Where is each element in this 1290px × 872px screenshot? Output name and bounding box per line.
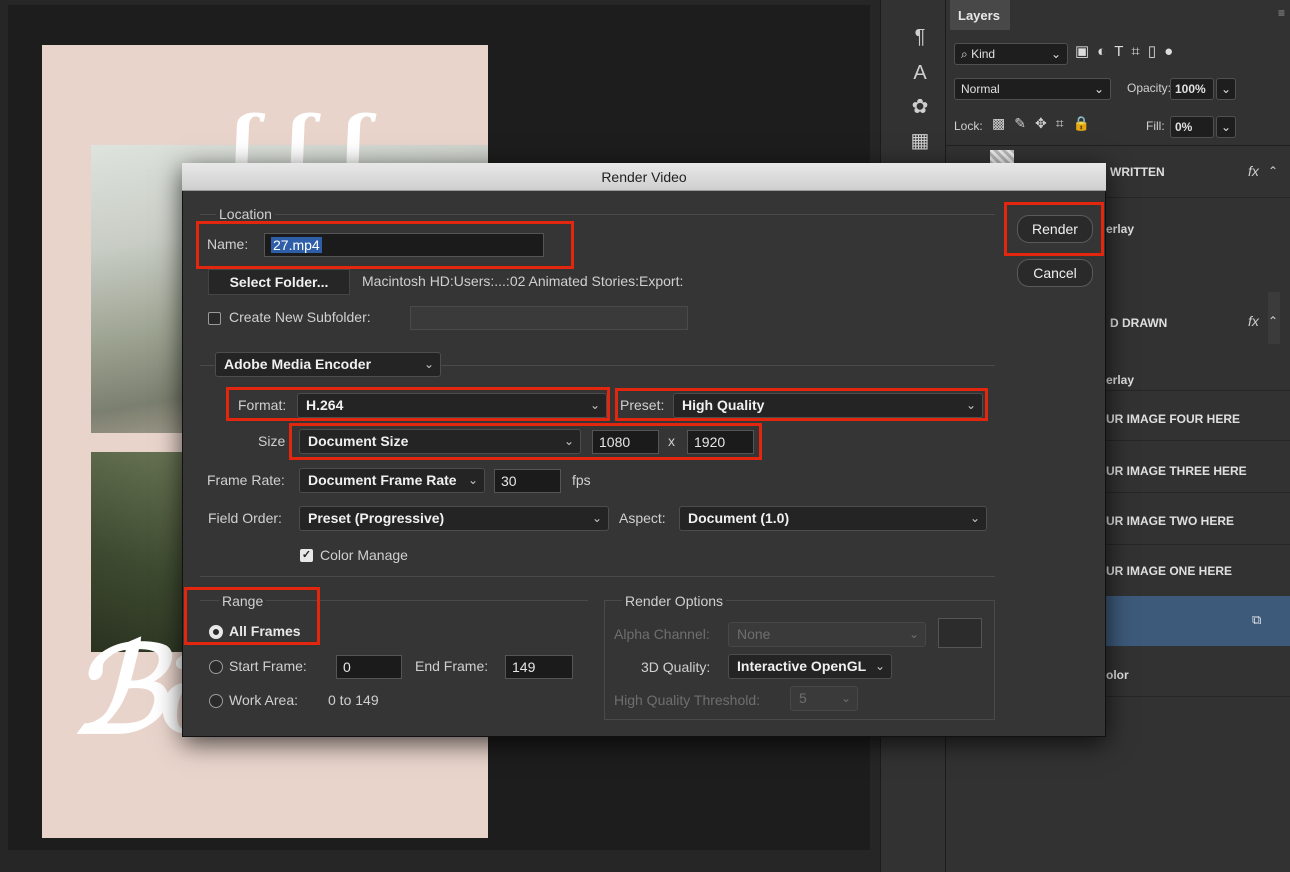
opacity-label: Opacity:	[1127, 81, 1172, 95]
render-options-label: Render Options	[622, 593, 727, 609]
cancel-button[interactable]: Cancel	[1017, 259, 1093, 287]
frame-rate-value: Document Frame Rate	[308, 472, 457, 488]
chevron-down-icon: ⌄	[969, 511, 980, 525]
chevron-down-icon: ⌄	[1093, 82, 1104, 96]
opacity-field[interactable]: 100%	[1170, 78, 1214, 100]
filter-kind-value: Kind	[971, 47, 996, 61]
work-area-value: 0 to 149	[328, 692, 379, 708]
threshold-value: 5	[799, 690, 807, 706]
range-highlight-box	[184, 587, 320, 645]
fx-icon[interactable]: fx	[1248, 163, 1259, 179]
chevron-down-icon: ⌄	[908, 627, 919, 641]
subfolder-input[interactable]	[410, 306, 688, 330]
character-icon[interactable]: A	[905, 58, 935, 88]
chevron-up-icon[interactable]: ⌃	[1268, 314, 1278, 328]
field-order-select[interactable]: Preset (Progressive) ⌄	[299, 506, 609, 531]
layer-name[interactable]: erlay	[1106, 373, 1134, 387]
paragraph-icon[interactable]: ¶	[905, 22, 935, 52]
end-frame-input[interactable]: 149	[505, 655, 573, 679]
location-group-label: Location	[216, 206, 275, 222]
layer-name[interactable]: D DRAWN	[1110, 316, 1167, 330]
chevron-down-icon: ⌄	[423, 357, 434, 371]
folder-path: Macintosh HD:Users:...:02 Animated Stori…	[362, 273, 684, 289]
start-frame-radio[interactable]	[209, 660, 223, 674]
alpha-channel-value: None	[737, 626, 771, 642]
blend-mode-select[interactable]: Normal ⌄	[954, 78, 1111, 100]
alpha-channel-label: Alpha Channel:	[614, 626, 710, 642]
fps-label: fps	[572, 472, 591, 488]
lock-option-icons[interactable]: ▩✎✥⌗🔒	[992, 115, 1099, 132]
filter-kind-select[interactable]: ⌕ Kind ⌄	[954, 43, 1068, 65]
chevron-down-icon: ⌄	[840, 691, 851, 705]
fx-icon[interactable]: fx	[1248, 313, 1259, 329]
grid-icon[interactable]: ▦	[905, 126, 935, 156]
chevron-down-icon: ⌄	[874, 659, 885, 673]
fps-input[interactable]: 30	[494, 469, 561, 493]
start-frame-label: Start Frame:	[229, 658, 307, 674]
threshold-select[interactable]: 5 ⌄	[790, 686, 858, 711]
layer-filter-icons[interactable]: ▣◐T⌗▯●	[1075, 42, 1181, 60]
aspect-value: Document (1.0)	[688, 510, 790, 526]
chevron-up-icon[interactable]: ⌃	[1268, 164, 1278, 178]
3d-quality-select[interactable]: Interactive OpenGL ⌄	[728, 654, 892, 679]
work-area-label: Work Area:	[229, 692, 298, 708]
create-subfolder-label: Create New Subfolder:	[229, 309, 371, 325]
color-manage-checkbox[interactable]: ✓	[300, 549, 313, 562]
layer-name[interactable]: UR IMAGE TWO HERE	[1106, 514, 1234, 528]
layer-name[interactable]: olor	[1106, 668, 1129, 682]
chevron-down-icon: ⌄	[591, 511, 602, 525]
color-manage-label: Color Manage	[320, 547, 408, 563]
layer-name: WRITTEN	[1110, 165, 1165, 179]
fill-dropdown-icon[interactable]: ⌄	[1216, 116, 1236, 138]
location-group-border	[200, 214, 995, 215]
dialog-title[interactable]: Render Video	[182, 163, 1106, 191]
3d-quality-value: Interactive OpenGL	[737, 658, 867, 674]
frame-rate-label: Frame Rate:	[207, 472, 285, 488]
chevron-down-icon: ⌄	[467, 473, 478, 487]
layer-name[interactable]: UR IMAGE ONE HERE	[1106, 564, 1232, 578]
work-area-radio[interactable]	[209, 694, 223, 708]
search-icon: ⌕	[961, 47, 968, 61]
size-label: Size	[258, 433, 286, 449]
select-folder-button[interactable]: Select Folder...	[208, 269, 350, 295]
field-order-label: Field Order:	[208, 510, 282, 526]
preset-highlight-box	[615, 388, 988, 421]
threshold-label: High Quality Threshold:	[614, 692, 761, 708]
fill-label: Fill:	[1146, 119, 1165, 133]
layer-name[interactable]: UR IMAGE FOUR HERE	[1106, 412, 1240, 426]
field-order-value: Preset (Progressive)	[308, 510, 445, 526]
fill-field[interactable]: 0%	[1170, 116, 1214, 138]
3d-quality-label: 3D Quality:	[641, 659, 711, 675]
encoder-value: Adobe Media Encoder	[224, 356, 372, 372]
frame-rate-select[interactable]: Document Frame Rate ⌄	[299, 468, 485, 493]
chevron-down-icon: ⌄	[1050, 47, 1061, 61]
settings-group-bottom	[200, 576, 995, 577]
format-highlight-box	[226, 387, 610, 421]
smart-object-icon: ⧉	[1252, 612, 1262, 627]
name-highlight-box	[196, 221, 574, 269]
swatches-icon[interactable]: ✿	[905, 92, 935, 122]
end-frame-label: End Frame:	[415, 658, 489, 674]
blend-mode-value: Normal	[961, 82, 1000, 96]
alpha-channel-select[interactable]: None ⌄	[728, 622, 926, 647]
lock-label: Lock:	[954, 119, 983, 133]
encoder-select[interactable]: Adobe Media Encoder ⌄	[215, 352, 441, 377]
aspect-select[interactable]: Document (1.0) ⌄	[679, 506, 987, 531]
render-highlight-box	[1004, 202, 1104, 256]
start-frame-input[interactable]: 0	[336, 655, 402, 679]
layer-name[interactable]: UR IMAGE THREE HERE	[1106, 464, 1247, 478]
panel-menu-icon[interactable]: ≡	[1278, 6, 1285, 20]
layer-thumbnail	[990, 150, 1014, 164]
layer-name[interactable]: erlay	[1106, 222, 1134, 236]
layers-tab[interactable]: Layers	[950, 0, 1010, 30]
size-highlight-box	[289, 423, 762, 460]
opacity-dropdown-icon[interactable]: ⌄	[1216, 78, 1236, 100]
background-color-swatch[interactable]	[938, 618, 982, 648]
create-subfolder-checkbox[interactable]	[208, 312, 221, 325]
aspect-label: Aspect:	[619, 510, 666, 526]
